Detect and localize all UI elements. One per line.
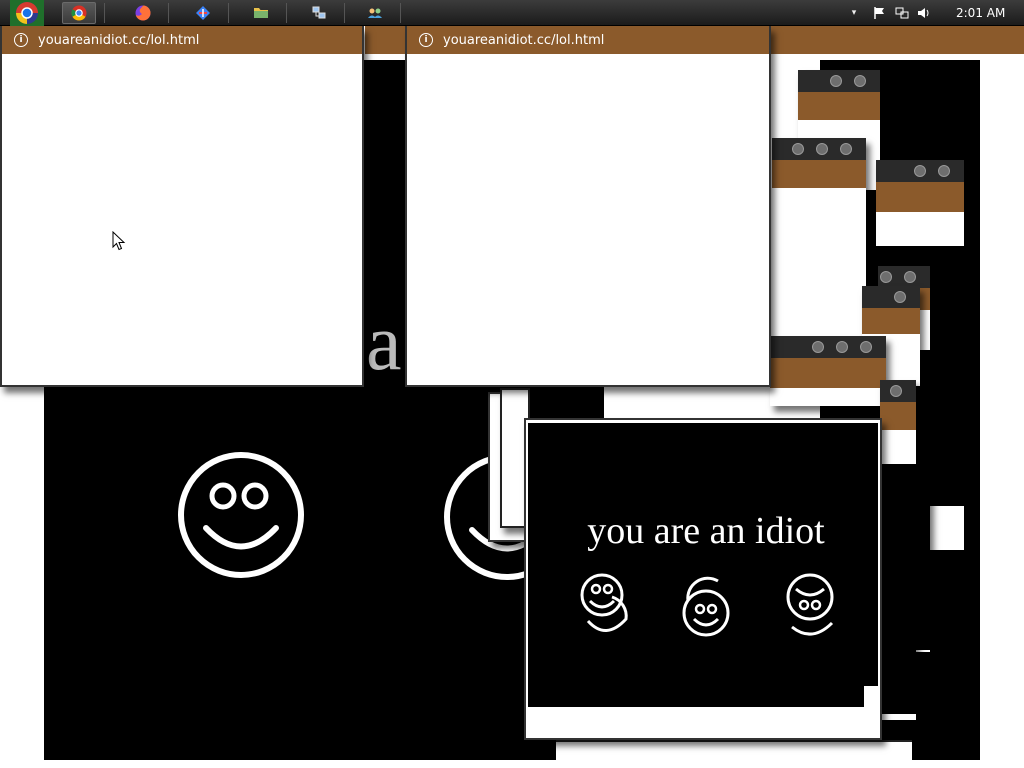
taskbar-separator [286, 3, 287, 23]
volume-icon[interactable] [916, 5, 932, 21]
firefox-taskbar-button[interactable] [126, 2, 160, 24]
small-smiley-face [786, 573, 834, 636]
address-url: youareanidiot.cc/lol.html [38, 32, 200, 48]
tray-expand-chevron-icon[interactable]: ▾ [846, 5, 862, 21]
browser-popup-window-left[interactable]: i youareanidiot.cc/lol.html [0, 26, 364, 387]
taskbar: ▾ 2:01 AM [0, 0, 1024, 26]
taskbar-separator [104, 3, 105, 23]
large-smiley-face [178, 452, 304, 578]
idiot-popup-window[interactable]: you are an idiot [524, 418, 882, 740]
chrome-icon [71, 5, 87, 21]
info-icon[interactable]: i [419, 33, 433, 47]
popup-window[interactable] [880, 380, 916, 720]
popup-window[interactable] [770, 336, 886, 406]
popup-window[interactable] [772, 138, 866, 338]
network-icon [312, 6, 326, 19]
popup-inner-edge [864, 686, 880, 708]
folder-icon [254, 8, 268, 18]
blank-page [407, 54, 769, 383]
network-status-icon[interactable] [894, 5, 910, 21]
folder-taskbar-button[interactable] [244, 2, 278, 24]
app-icon [196, 6, 210, 20]
taskbar-separator [168, 3, 169, 23]
clock[interactable]: 2:01 AM [956, 6, 1005, 20]
idiot-message: you are an idiot [587, 510, 825, 552]
address-bar[interactable]: i youareanidiot.cc/lol.html [407, 26, 769, 54]
mouse-cursor-icon [112, 231, 126, 251]
info-icon[interactable]: i [14, 33, 28, 47]
taskbar-separator [228, 3, 229, 23]
title-strip-white [820, 26, 1024, 54]
start-orb-icon [10, 0, 44, 26]
network-taskbar-button[interactable] [302, 2, 336, 24]
system-tray: ▾ 2:01 AM [846, 0, 1006, 26]
taskbar-separator [400, 3, 401, 23]
idiot-popup-content: you are an idiot [528, 423, 878, 707]
firefox-icon [135, 5, 151, 21]
blank-page [2, 54, 362, 383]
small-smiley-face [682, 576, 730, 637]
browser-popup-window-right[interactable]: i youareanidiot.cc/lol.html [405, 26, 771, 387]
flag-icon[interactable] [872, 5, 888, 21]
address-url: youareanidiot.cc/lol.html [443, 32, 605, 48]
window-edge [556, 740, 912, 768]
start-button[interactable] [0, 0, 44, 26]
address-bar[interactable]: i youareanidiot.cc/lol.html [2, 26, 362, 54]
app-taskbar-button[interactable] [186, 2, 220, 24]
partial-heading-letter: a [366, 299, 402, 387]
taskbar-separator [344, 3, 345, 23]
users-icon [368, 8, 382, 18]
users-taskbar-button[interactable] [358, 2, 392, 24]
small-smiley-face [580, 573, 628, 632]
chrome-taskbar-button[interactable] [62, 2, 96, 24]
